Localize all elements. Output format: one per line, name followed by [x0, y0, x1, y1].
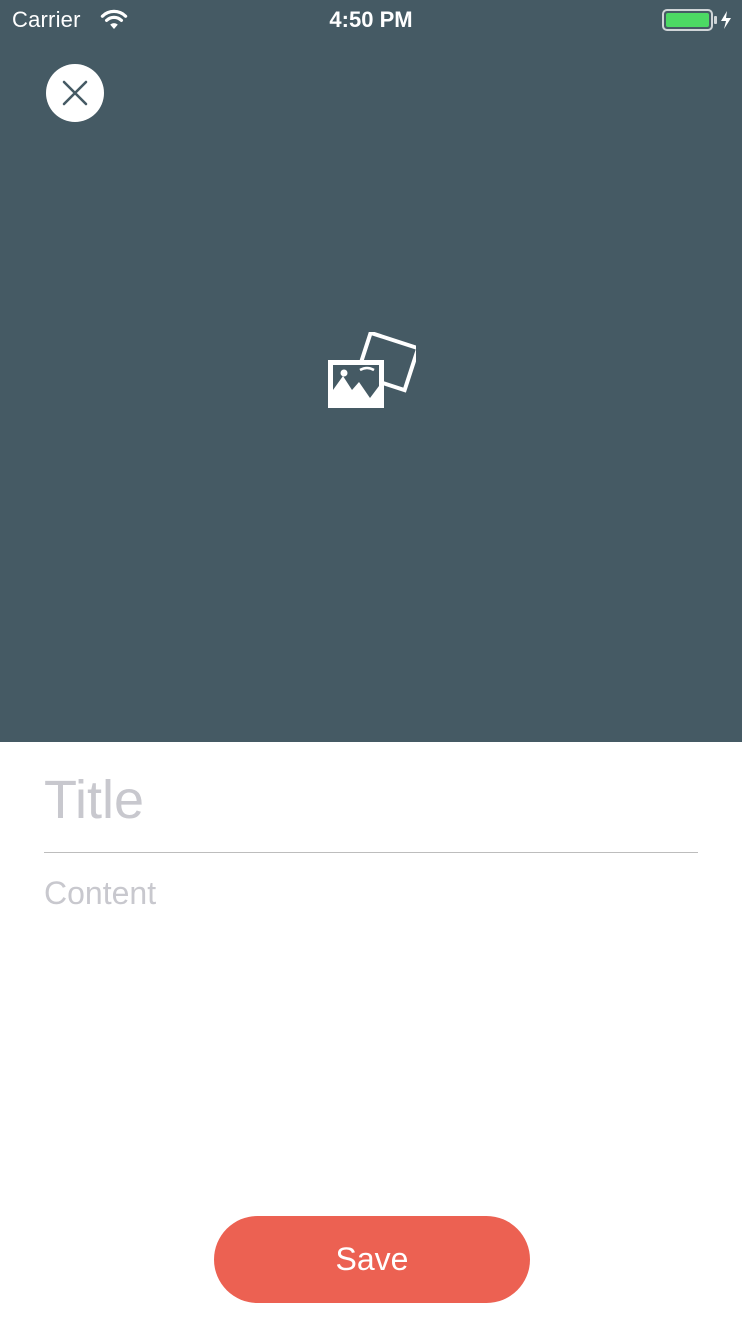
title-divider	[44, 852, 698, 853]
battery-charging-icon	[662, 9, 731, 31]
save-button[interactable]: Save	[214, 1216, 530, 1303]
close-button[interactable]	[46, 64, 104, 122]
photos-icon[interactable]	[326, 332, 416, 410]
status-time: 4:50 PM	[329, 7, 413, 32]
note-editor-screen: Carrier 4:50 PM Title Content Save	[0, 0, 742, 1319]
image-header: Carrier 4:50 PM	[0, 0, 742, 742]
title-input[interactable]	[44, 760, 698, 840]
close-icon	[62, 80, 88, 106]
status-bar: Carrier 4:50 PM	[0, 0, 742, 40]
content-input[interactable]	[44, 872, 698, 1172]
